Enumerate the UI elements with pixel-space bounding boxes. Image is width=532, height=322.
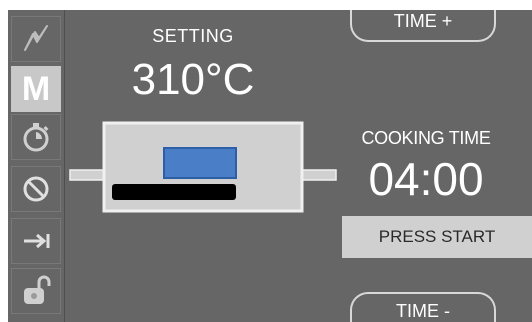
top-heating-element: [163, 147, 237, 179]
cancel-icon: [23, 176, 49, 202]
oven-left-handle: [69, 169, 105, 181]
arrow-to-line-icon: [24, 233, 50, 249]
cooking-time-value: 04:00: [368, 153, 484, 205]
manual-mode-label: M: [21, 70, 51, 108]
sidebar: M: [8, 10, 65, 322]
unlock-icon: [24, 275, 51, 304]
time-plus-button[interactable]: TIME +: [350, 10, 496, 42]
cooking-time-label: COOKING TIME: [361, 128, 491, 148]
oven-illustration: [69, 121, 337, 213]
cancel-button[interactable]: [11, 166, 61, 212]
oven-right-handle: [301, 169, 337, 181]
timer-button[interactable]: [11, 114, 61, 160]
skip-to-end-button[interactable]: [11, 218, 61, 264]
setting-temperature: 310°C: [131, 55, 255, 104]
oven-control-panel: M SETTING 310°C TIME + COOKING TIME 04:0…: [8, 10, 532, 322]
bottom-heating-element: [112, 184, 236, 200]
power-mode-button[interactable]: [11, 16, 61, 62]
start-button[interactable]: PRESS START: [342, 216, 532, 258]
timer-icon: [23, 123, 49, 152]
time-minus-button[interactable]: TIME -: [350, 292, 496, 322]
manual-mode-button[interactable]: M: [11, 66, 61, 112]
lightning-icon: [24, 25, 48, 51]
unlock-button[interactable]: [11, 268, 61, 314]
setting-label: SETTING: [152, 26, 234, 46]
